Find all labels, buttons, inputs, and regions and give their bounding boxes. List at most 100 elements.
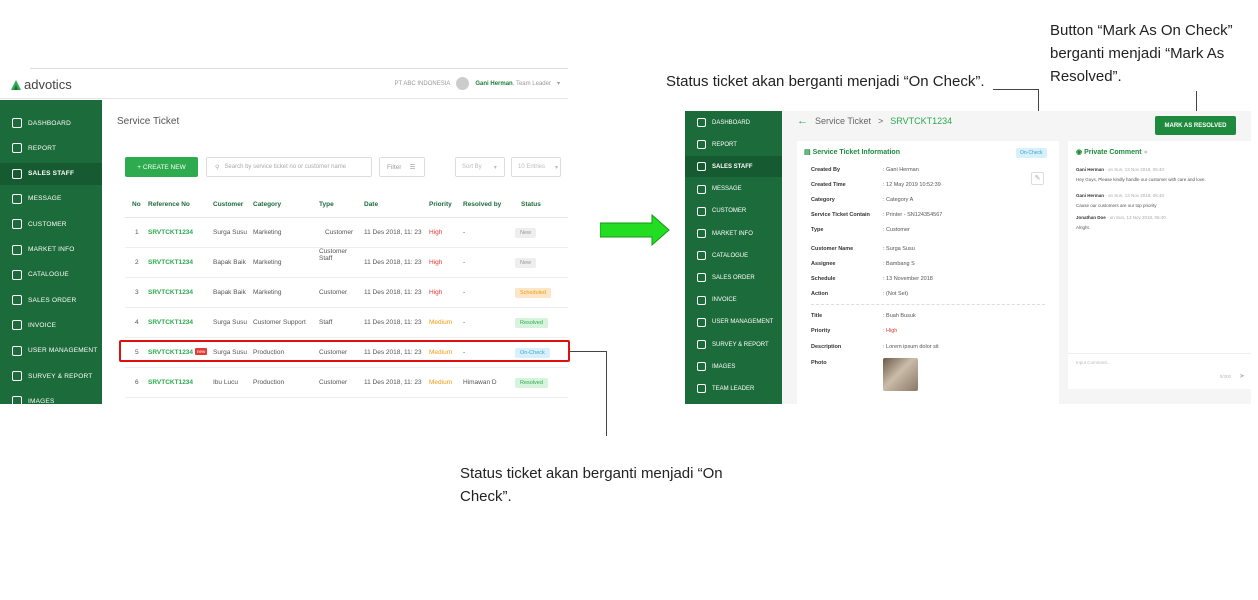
- sidebar-item-sales-staff[interactable]: SALES STAFF: [685, 156, 782, 178]
- category-cell: Customer Support: [253, 319, 306, 326]
- chevron-down-icon[interactable]: ▾: [557, 80, 560, 87]
- reference-link[interactable]: SRVTCKT1234: [148, 259, 193, 266]
- sidebar-item-customer[interactable]: CUSTOMER: [685, 201, 782, 222]
- filter-label: Filter: [387, 163, 402, 171]
- search-input[interactable]: ⚲ Search by service ticket no or custome…: [206, 157, 372, 177]
- menu-icon: [697, 362, 706, 372]
- private-comment-card: ◉ Private Comment ● Gani Herman - on Sun…: [1068, 141, 1251, 389]
- chevron-down-icon: ▾: [555, 164, 559, 171]
- sidebar-item-label: IMAGES: [28, 397, 55, 404]
- type-cell: Customer Staff: [319, 248, 348, 262]
- sidebar-item-customer[interactable]: CUSTOMER: [0, 213, 102, 235]
- sidebar-item-message[interactable]: MESSAGE: [685, 179, 782, 200]
- user-name: Gani Herman: [475, 80, 513, 87]
- info-card-title: ▤ Service Ticket Information: [804, 148, 900, 156]
- priority-cell: Medium: [429, 319, 453, 326]
- create-new-button[interactable]: + CREATE NEW: [125, 157, 198, 177]
- type-cell: Customer: [325, 229, 354, 236]
- field-value: : (Not Set): [883, 291, 909, 297]
- sidebar-item-sales-order[interactable]: SALES ORDER: [0, 289, 102, 311]
- ticket-photo[interactable]: [883, 358, 918, 391]
- sidebar-item-catalogue[interactable]: CATALOGUE: [0, 264, 102, 286]
- field-label: Category: [811, 197, 835, 203]
- send-icon[interactable]: ➤: [1239, 372, 1245, 380]
- user-role: , Team Leader: [512, 80, 551, 87]
- sidebar-item-message[interactable]: MESSAGE: [0, 188, 102, 210]
- sidebar-item-dashboard[interactable]: DASHBOARD: [0, 112, 102, 134]
- table-row[interactable]: 4 SRVTCKT1234 Surga Susu Customer Support St…: [125, 308, 568, 338]
- reference-link[interactable]: SRVTCKT1234: [148, 289, 193, 296]
- reference-link[interactable]: SRVTCKT1234: [148, 379, 193, 386]
- table-row[interactable]: 1 SRVTCKT1234 Surga Susu Marketing Customer 1…: [125, 218, 568, 248]
- status-badge: On-Check: [1016, 148, 1047, 158]
- comment-text: Alright.: [1076, 225, 1091, 230]
- table-row[interactable]: 3 SRVTCKT1234 Bapak Baik Marketing Customer 1…: [125, 278, 568, 308]
- menu-icon: [12, 219, 22, 230]
- table-row[interactable]: 6 SRVTCKT1234 Ibu Lucu Production Customer 11…: [125, 368, 568, 398]
- sidebar-item-catalogue[interactable]: CATALOGUE: [685, 245, 782, 266]
- comment-input[interactable]: Input Comment... 0/300 ➤: [1068, 353, 1251, 387]
- breadcrumb-parent[interactable]: Service Ticket: [815, 116, 871, 126]
- sidebar-item-label: CUSTOMER: [28, 220, 67, 228]
- sidebar-item-images[interactable]: IMAGES: [685, 356, 782, 377]
- comment-time: - on Sun, 13 Nov 2018, 06:40: [1105, 215, 1166, 220]
- sidebar-item-survey-report[interactable]: SURVEY & REPORT: [0, 365, 102, 387]
- sidebar-item-images[interactable]: IMAGES: [0, 390, 102, 404]
- sidebar-item-sales-staff[interactable]: SALES STAFF: [0, 162, 102, 185]
- chevron-down-icon: ▾: [493, 164, 497, 171]
- resolved-by-cell: -: [463, 319, 466, 326]
- advotics-logo: advotics: [10, 77, 72, 92]
- field-label: Created Time: [811, 182, 846, 188]
- category-cell: Marketing: [253, 259, 282, 266]
- detail-field: Photo: [811, 360, 1051, 366]
- menu-icon: [697, 140, 706, 150]
- sidebar-item-label: IMAGES: [712, 363, 736, 370]
- comment-author: Gani Herman: [1076, 167, 1105, 172]
- sidebar-item-label: SURVEY & REPORT: [28, 372, 93, 380]
- sidebar-item-label: SALES STAFF: [28, 170, 75, 178]
- sidebar-item-report[interactable]: REPORT: [0, 137, 102, 159]
- priority-cell: High: [429, 289, 443, 296]
- sidebar-item-invoice[interactable]: INVOICE: [685, 290, 782, 311]
- menu-icon: [12, 320, 22, 331]
- detail-field: Category: Category A: [811, 197, 1051, 203]
- menu-icon: [697, 340, 706, 349]
- menu-icon: [697, 273, 706, 283]
- status-badge: New: [515, 228, 537, 238]
- sidebar-item-team-leader[interactable]: TEAM LEADER: [685, 378, 782, 399]
- mark-as-resolved-button[interactable]: MARK AS RESOLVED: [1155, 116, 1236, 135]
- service-ticket-detail-screen: DASHBOARD REPORT SALES STAFF MESSAGE CUSTOME…: [685, 111, 1251, 404]
- entries-select[interactable]: 10 Entries ▾: [511, 157, 561, 177]
- char-counter: 0/300: [1219, 374, 1231, 379]
- sidebar-item-report[interactable]: REPORT: [685, 134, 782, 155]
- filter-button[interactable]: Filter ☰: [379, 157, 425, 177]
- comment-time: - on Sun, 13 Nov 2018, 06:40: [1104, 193, 1165, 198]
- header-user-area[interactable]: PT ABC INDONESIA Gani Herman, Team Leade…: [394, 77, 560, 90]
- menu-icon: [697, 251, 706, 261]
- sidebar-item-user-management[interactable]: USER MANAGEMENT: [0, 340, 102, 362]
- sidebar-item-dashboard[interactable]: DASHBOARD: [685, 112, 782, 133]
- detail-field: Customer Name: Surga Susu: [811, 246, 1051, 252]
- table-row[interactable]: 2 SRVTCKT1234 Bapak Baik Marketing Customer …: [125, 248, 568, 278]
- reference-link[interactable]: SRVTCKT1234: [148, 229, 193, 236]
- sidebar-item-survey-report[interactable]: SURVEY & REPORT: [685, 334, 782, 355]
- detail-field: Action: (Not Set): [811, 291, 1051, 297]
- sidebar-item-label: INVOICE: [712, 297, 737, 304]
- field-value: : 13 November 2018: [883, 276, 933, 282]
- divider: [811, 304, 1045, 305]
- col-no: No: [132, 201, 141, 208]
- sidebar-item-market-info[interactable]: MARKET INFO: [0, 239, 102, 261]
- sidebar-item-invoice[interactable]: INVOICE: [0, 314, 102, 336]
- status-change-note-bottom: Status ticket akan berganti menjadi “On …: [460, 465, 723, 505]
- comment-author: Jonathan Doe: [1076, 215, 1106, 220]
- sidebar-item-sales-order[interactable]: SALES ORDER: [685, 267, 782, 288]
- sort-select[interactable]: Sort By ▾: [455, 157, 505, 177]
- reference-link[interactable]: SRVTCKT1234: [148, 319, 193, 326]
- back-arrow-icon[interactable]: ←: [797, 115, 808, 127]
- entries-label: 10 Entries: [518, 164, 546, 170]
- sidebar-item-user-management[interactable]: USER MANAGEMENT: [685, 312, 782, 333]
- row-no: 1: [135, 229, 139, 236]
- avatar[interactable]: [456, 77, 470, 90]
- sidebar-item-market-info[interactable]: MARKET INFO: [685, 223, 782, 244]
- search-placeholder: Search by service ticket no or customer …: [224, 164, 347, 170]
